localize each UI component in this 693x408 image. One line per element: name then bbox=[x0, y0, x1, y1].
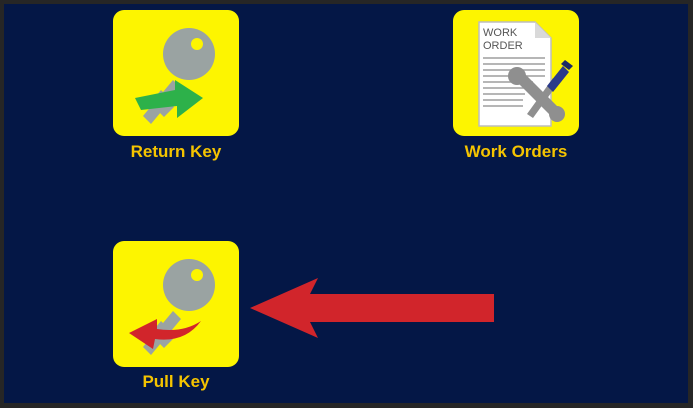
app-screen: Return Key WORK ORDER Work Orders Pull K… bbox=[4, 4, 688, 403]
return-key-label: Return Key bbox=[130, 142, 222, 161]
work-order-doc-line1: WORK bbox=[483, 27, 518, 39]
work-orders-label: Work Orders bbox=[464, 142, 568, 161]
pull-key-icon bbox=[129, 259, 215, 355]
work-order-doc-line2: ORDER bbox=[483, 40, 523, 52]
left-arrow-annotation-icon bbox=[250, 278, 494, 338]
return-key-button[interactable] bbox=[113, 10, 239, 136]
pull-key-label: Pull Key bbox=[142, 372, 210, 391]
pull-key-button[interactable] bbox=[113, 241, 239, 367]
return-key-icon bbox=[135, 28, 215, 124]
work-orders-button[interactable]: WORK ORDER bbox=[453, 10, 579, 136]
work-orders-icon: WORK ORDER bbox=[478, 21, 573, 127]
